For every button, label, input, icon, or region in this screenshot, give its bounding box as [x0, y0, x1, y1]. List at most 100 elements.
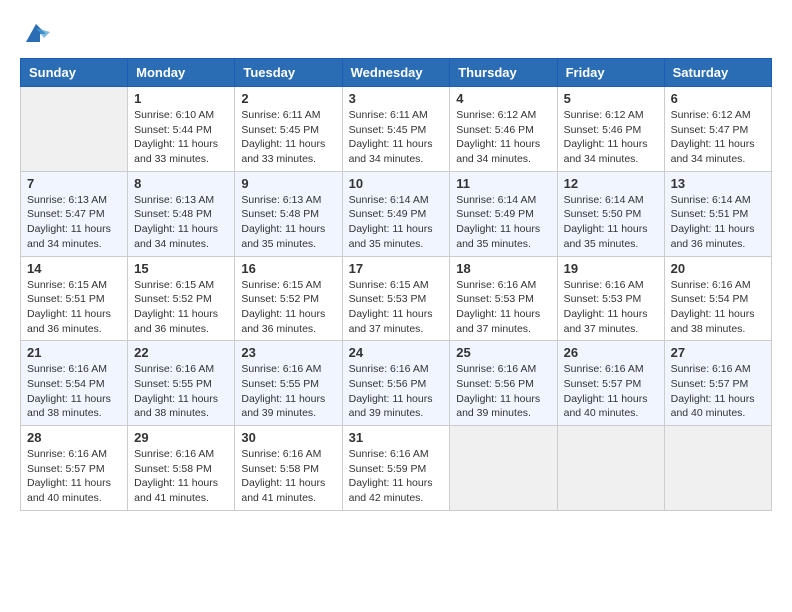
day-number: 25	[456, 345, 550, 360]
calendar-cell	[450, 426, 557, 511]
day-number: 28	[27, 430, 121, 445]
day-number: 20	[671, 261, 765, 276]
day-number: 17	[349, 261, 444, 276]
day-info: Sunrise: 6:13 AMSunset: 5:48 PMDaylight:…	[241, 193, 335, 252]
day-info: Sunrise: 6:16 AMSunset: 5:56 PMDaylight:…	[349, 362, 444, 421]
calendar-cell: 10 Sunrise: 6:14 AMSunset: 5:49 PMDayligh…	[342, 171, 450, 256]
day-header-friday: Friday	[557, 59, 664, 87]
day-number: 23	[241, 345, 335, 360]
calendar-cell	[557, 426, 664, 511]
day-number: 5	[564, 91, 658, 106]
day-info: Sunrise: 6:16 AMSunset: 5:53 PMDaylight:…	[456, 278, 550, 337]
day-info: Sunrise: 6:16 AMSunset: 5:57 PMDaylight:…	[564, 362, 658, 421]
calendar-header-row: SundayMondayTuesdayWednesdayThursdayFrid…	[21, 59, 772, 87]
calendar-cell: 28 Sunrise: 6:16 AMSunset: 5:57 PMDayligh…	[21, 426, 128, 511]
day-number: 10	[349, 176, 444, 191]
day-info: Sunrise: 6:14 AMSunset: 5:50 PMDaylight:…	[564, 193, 658, 252]
day-header-tuesday: Tuesday	[235, 59, 342, 87]
day-number: 9	[241, 176, 335, 191]
day-info: Sunrise: 6:16 AMSunset: 5:57 PMDaylight:…	[27, 447, 121, 506]
day-info: Sunrise: 6:14 AMSunset: 5:49 PMDaylight:…	[456, 193, 550, 252]
calendar-cell: 22 Sunrise: 6:16 AMSunset: 5:55 PMDayligh…	[128, 341, 235, 426]
calendar-cell: 8 Sunrise: 6:13 AMSunset: 5:48 PMDaylight…	[128, 171, 235, 256]
calendar-cell: 6Sunrise: 6:12 AMSunset: 5:47 PMDaylight…	[664, 87, 771, 172]
day-number: 6	[671, 91, 765, 106]
calendar-week-3: 14 Sunrise: 6:15 AMSunset: 5:51 PMDayligh…	[21, 256, 772, 341]
day-info: Sunrise: 6:11 AMSunset: 5:45 PMDaylight:…	[349, 108, 444, 167]
day-header-sunday: Sunday	[21, 59, 128, 87]
calendar-cell: 21 Sunrise: 6:16 AMSunset: 5:54 PMDayligh…	[21, 341, 128, 426]
calendar-cell: 30Sunrise: 6:16 AMSunset: 5:58 PMDayligh…	[235, 426, 342, 511]
day-number: 30	[241, 430, 335, 445]
calendar-cell: 15 Sunrise: 6:15 AMSunset: 5:52 PMDayligh…	[128, 256, 235, 341]
day-info: Sunrise: 6:15 AMSunset: 5:52 PMDaylight:…	[241, 278, 335, 337]
day-info: Sunrise: 6:14 AMSunset: 5:49 PMDaylight:…	[349, 193, 444, 252]
calendar-cell: 18 Sunrise: 6:16 AMSunset: 5:53 PMDayligh…	[450, 256, 557, 341]
calendar-week-4: 21 Sunrise: 6:16 AMSunset: 5:54 PMDayligh…	[21, 341, 772, 426]
calendar-cell: 11 Sunrise: 6:14 AMSunset: 5:49 PMDayligh…	[450, 171, 557, 256]
calendar-cell: 9 Sunrise: 6:13 AMSunset: 5:48 PMDaylight…	[235, 171, 342, 256]
calendar-table: SundayMondayTuesdayWednesdayThursdayFrid…	[20, 58, 772, 511]
calendar-cell: 29Sunrise: 6:16 AMSunset: 5:58 PMDayligh…	[128, 426, 235, 511]
calendar-cell: 19 Sunrise: 6:16 AMSunset: 5:53 PMDayligh…	[557, 256, 664, 341]
calendar-cell: 4Sunrise: 6:12 AMSunset: 5:46 PMDaylight…	[450, 87, 557, 172]
calendar-cell: 17 Sunrise: 6:15 AMSunset: 5:53 PMDayligh…	[342, 256, 450, 341]
day-number: 15	[134, 261, 228, 276]
day-info: Sunrise: 6:15 AMSunset: 5:53 PMDaylight:…	[349, 278, 444, 337]
day-header-monday: Monday	[128, 59, 235, 87]
day-info: Sunrise: 6:16 AMSunset: 5:53 PMDaylight:…	[564, 278, 658, 337]
day-info: Sunrise: 6:16 AMSunset: 5:59 PMDaylight:…	[349, 447, 444, 506]
calendar-week-5: 28 Sunrise: 6:16 AMSunset: 5:57 PMDayligh…	[21, 426, 772, 511]
day-number: 3	[349, 91, 444, 106]
day-info: Sunrise: 6:12 AMSunset: 5:46 PMDaylight:…	[564, 108, 658, 167]
day-info: Sunrise: 6:15 AMSunset: 5:52 PMDaylight:…	[134, 278, 228, 337]
day-number: 8	[134, 176, 228, 191]
calendar-cell: 5 Sunrise: 6:12 AMSunset: 5:46 PMDaylight…	[557, 87, 664, 172]
calendar-cell: 20 Sunrise: 6:16 AMSunset: 5:54 PMDayligh…	[664, 256, 771, 341]
day-info: Sunrise: 6:16 AMSunset: 5:55 PMDaylight:…	[241, 362, 335, 421]
day-number: 11	[456, 176, 550, 191]
day-info: Sunrise: 6:14 AMSunset: 5:51 PMDaylight:…	[671, 193, 765, 252]
page-header	[20, 20, 772, 48]
day-number: 18	[456, 261, 550, 276]
day-header-thursday: Thursday	[450, 59, 557, 87]
day-number: 7	[27, 176, 121, 191]
calendar-cell	[664, 426, 771, 511]
logo-icon	[22, 20, 50, 48]
calendar-cell: 23 Sunrise: 6:16 AMSunset: 5:55 PMDayligh…	[235, 341, 342, 426]
day-number: 26	[564, 345, 658, 360]
day-info: Sunrise: 6:16 AMSunset: 5:54 PMDaylight:…	[671, 278, 765, 337]
day-info: Sunrise: 6:16 AMSunset: 5:55 PMDaylight:…	[134, 362, 228, 421]
day-info: Sunrise: 6:15 AMSunset: 5:51 PMDaylight:…	[27, 278, 121, 337]
calendar-cell: 31 Sunrise: 6:16 AMSunset: 5:59 PMDayligh…	[342, 426, 450, 511]
day-header-wednesday: Wednesday	[342, 59, 450, 87]
calendar-cell: 27Sunrise: 6:16 AMSunset: 5:57 PMDayligh…	[664, 341, 771, 426]
day-number: 14	[27, 261, 121, 276]
day-header-saturday: Saturday	[664, 59, 771, 87]
day-number: 13	[671, 176, 765, 191]
calendar-cell: 16 Sunrise: 6:15 AMSunset: 5:52 PMDayligh…	[235, 256, 342, 341]
day-number: 4	[456, 91, 550, 106]
calendar-cell: 26 Sunrise: 6:16 AMSunset: 5:57 PMDayligh…	[557, 341, 664, 426]
logo	[20, 20, 50, 48]
calendar-cell: 3 Sunrise: 6:11 AMSunset: 5:45 PMDaylight…	[342, 87, 450, 172]
day-info: Sunrise: 6:16 AMSunset: 5:54 PMDaylight:…	[27, 362, 121, 421]
day-info: Sunrise: 6:13 AMSunset: 5:48 PMDaylight:…	[134, 193, 228, 252]
calendar-cell: 1Sunrise: 6:10 AMSunset: 5:44 PMDaylight…	[128, 87, 235, 172]
calendar-cell: 25 Sunrise: 6:16 AMSunset: 5:56 PMDayligh…	[450, 341, 557, 426]
day-number: 24	[349, 345, 444, 360]
day-number: 16	[241, 261, 335, 276]
day-number: 1	[134, 91, 228, 106]
day-number: 22	[134, 345, 228, 360]
day-number: 19	[564, 261, 658, 276]
day-info: Sunrise: 6:16 AMSunset: 5:56 PMDaylight:…	[456, 362, 550, 421]
calendar-cell: 14 Sunrise: 6:15 AMSunset: 5:51 PMDayligh…	[21, 256, 128, 341]
day-number: 21	[27, 345, 121, 360]
day-number: 31	[349, 430, 444, 445]
calendar-cell: 24 Sunrise: 6:16 AMSunset: 5:56 PMDayligh…	[342, 341, 450, 426]
day-info: Sunrise: 6:11 AMSunset: 5:45 PMDaylight:…	[241, 108, 335, 167]
calendar-week-2: 7Sunrise: 6:13 AMSunset: 5:47 PMDaylight…	[21, 171, 772, 256]
day-number: 12	[564, 176, 658, 191]
calendar-cell: 12 Sunrise: 6:14 AMSunset: 5:50 PMDayligh…	[557, 171, 664, 256]
calendar-cell: 2Sunrise: 6:11 AMSunset: 5:45 PMDaylight…	[235, 87, 342, 172]
